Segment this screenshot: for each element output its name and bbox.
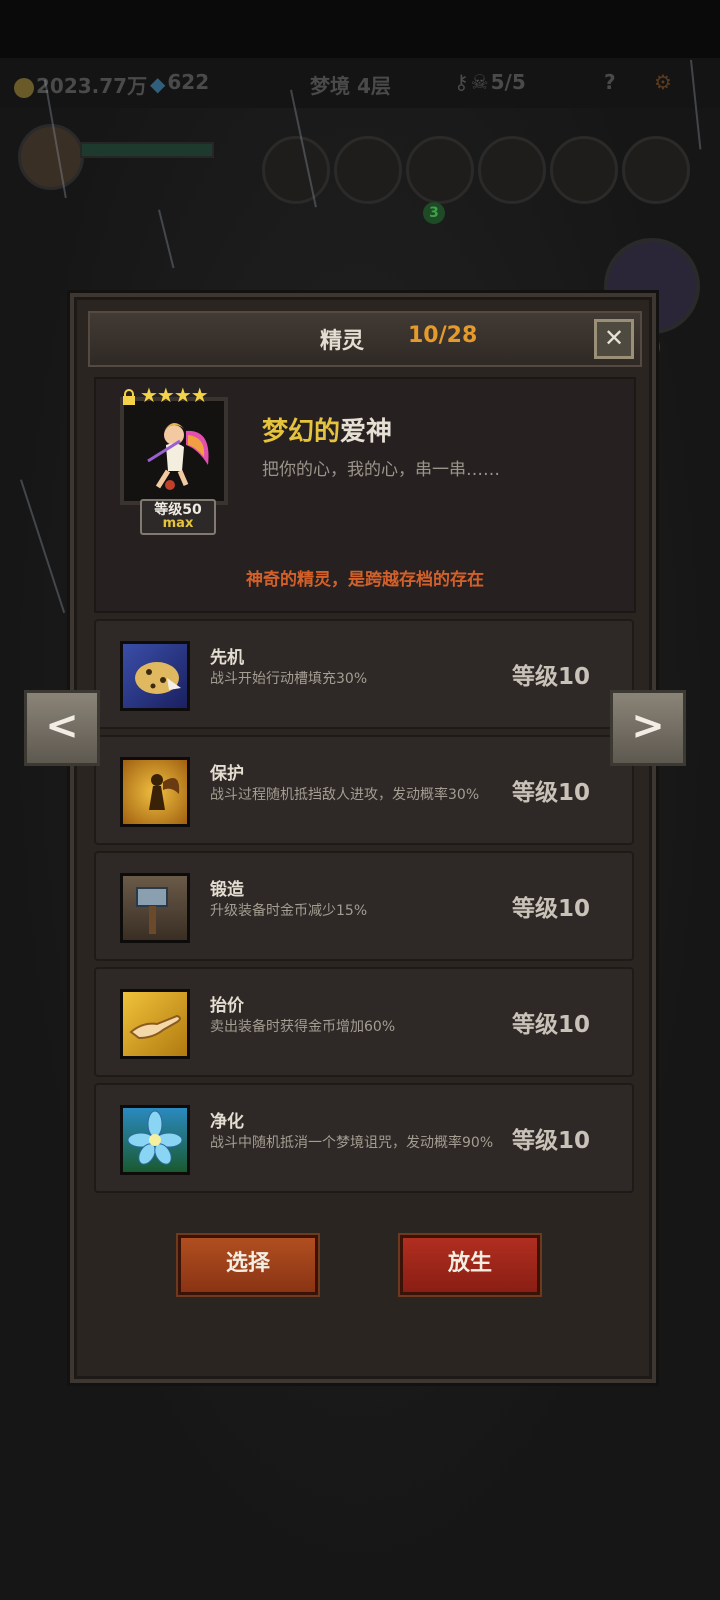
skill-row[interactable]: 净化 战斗中随机抵消一个梦境诅咒，发动概率90% 等级10 xyxy=(94,1083,634,1193)
prev-spirit-button[interactable]: < xyxy=(24,690,100,766)
close-button[interactable]: ✕ xyxy=(594,319,634,359)
gold-counter: 2023.77万 xyxy=(14,70,147,99)
gold-value: 2023.77万 xyxy=(36,74,148,98)
spirit-info: ★★★★ 等级50 max 梦幻的爱神 把你的心，我的心，串一串…… 神奇的精灵… xyxy=(94,377,636,613)
skill-row[interactable]: 抬价 卖出装备时获得金币增加60% 等级10 xyxy=(94,967,634,1077)
spirit-name-prefix: 梦幻的 xyxy=(262,417,341,447)
skill-level: 等级10 xyxy=(512,780,591,806)
equip-slot-horn-icon[interactable] xyxy=(334,136,402,204)
status-bar xyxy=(0,0,720,58)
next-spirit-button[interactable]: > xyxy=(610,690,686,766)
cupid-icon xyxy=(124,401,224,501)
panel-header: 精灵 10/28 ✕ xyxy=(88,311,642,367)
skill-name: 先机 xyxy=(210,648,244,668)
skill-description: 战斗中随机抵消一个梦境诅咒，发动概率90% xyxy=(210,1135,494,1151)
skill-name: 抬价 xyxy=(210,996,244,1016)
hand-icon xyxy=(120,989,190,1059)
leopard-icon xyxy=(120,641,190,711)
rarity-stars: ★★★★ xyxy=(140,383,209,407)
fairy-shield-icon xyxy=(120,757,190,827)
blue-flower-icon xyxy=(120,1105,190,1175)
skill-level: 等级10 xyxy=(512,1128,591,1154)
spirit-name-main: 爱神 xyxy=(340,417,393,447)
equip-slot-bell-icon[interactable] xyxy=(550,136,618,204)
coin-icon xyxy=(14,77,34,98)
help-button[interactable]: ? xyxy=(604,70,616,94)
hammer-icon xyxy=(120,873,190,943)
spirit-portrait[interactable] xyxy=(120,397,228,505)
key-icon: ⚷ xyxy=(454,70,469,94)
equip-slot-eagle-icon[interactable] xyxy=(478,136,546,204)
equip-slot-flute-icon[interactable] xyxy=(622,136,690,204)
skill-level: 等级10 xyxy=(512,1012,591,1038)
skill-row[interactable]: 锻造 升级装备时金币减少15% 等级10 xyxy=(94,851,634,961)
key-value: 5/5 xyxy=(490,70,526,94)
key-counter: ⚷ ☠ 5/5 xyxy=(454,70,526,94)
gem-counter: ◆ 622 xyxy=(150,70,209,96)
skill-description: 升级装备时金币减少15% xyxy=(210,903,368,919)
skill-row[interactable]: 保护 战斗过程随机抵挡敌人进攻，发动概率30% 等级10 xyxy=(94,735,634,845)
skill-name: 保护 xyxy=(210,764,244,784)
panel-title: 精灵 xyxy=(320,329,365,354)
skull-icon: ☠ xyxy=(470,70,489,94)
diamond-icon: ◆ xyxy=(150,71,166,96)
lock-icon[interactable] xyxy=(122,389,136,405)
floor-label: 梦境 4层 xyxy=(310,74,391,98)
skill-name: 净化 xyxy=(210,1112,244,1132)
skill-description: 战斗开始行动槽填充30% xyxy=(210,671,368,687)
skill-name: 锻造 xyxy=(210,880,244,900)
spirit-name: 梦幻的爱神 xyxy=(262,411,392,448)
spirit-level-max: max xyxy=(162,516,194,531)
skill-description: 战斗过程随机抵挡敌人进攻，发动概率30% xyxy=(210,787,480,803)
top-hud: 2023.77万 ◆ 622 梦境 4层 ⚷ ☠ 5/5 ? ⚙ xyxy=(0,58,720,109)
skill-description: 卖出装备时获得金币增加60% xyxy=(210,1019,396,1035)
skill-level: 等级10 xyxy=(512,664,591,690)
skill-level: 等级10 xyxy=(512,896,591,922)
release-button[interactable]: 放生 xyxy=(400,1235,540,1295)
spirit-description: 把你的心，我的心，串一串…… xyxy=(262,460,500,480)
skill-row[interactable]: 先机 战斗开始行动槽填充30% 等级10 xyxy=(94,619,634,729)
settings-gear-icon[interactable]: ⚙ xyxy=(654,70,672,94)
spirit-level-tag: 等级50 max xyxy=(140,499,216,535)
select-button[interactable]: 选择 xyxy=(178,1235,318,1295)
spirit-panel: 精灵 10/28 ✕ ★★★★ 等级50 max 梦幻的爱神 把你的心，我的心，… xyxy=(70,293,656,1383)
equip-slot-bag-icon[interactable] xyxy=(406,136,474,204)
hero-avatar[interactable] xyxy=(18,124,84,190)
hero-hp-bar xyxy=(80,142,214,158)
equip-slot-feather-icon[interactable] xyxy=(262,136,330,204)
spirit-note: 神奇的精灵，是跨越存档的存在 xyxy=(246,570,484,590)
gem-value: 622 xyxy=(167,70,210,94)
slot-badge: 3 xyxy=(423,202,445,224)
spirit-count: 10/28 xyxy=(408,323,478,348)
